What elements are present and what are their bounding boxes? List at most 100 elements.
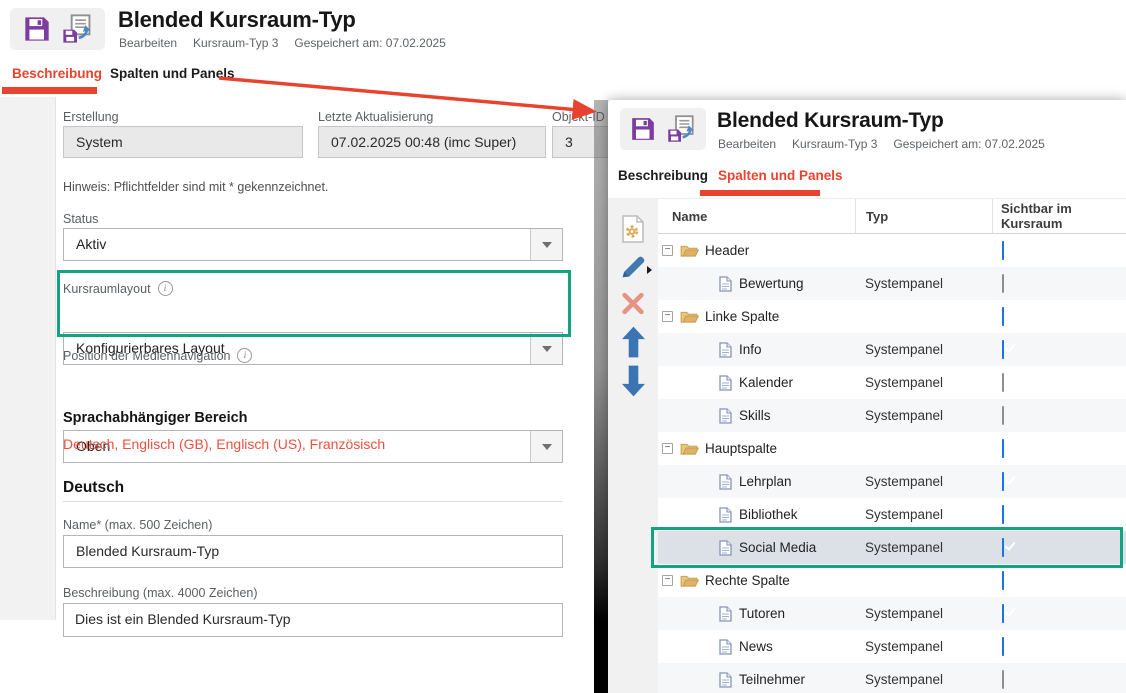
panel-name: Info (739, 342, 762, 357)
document-icon (719, 276, 732, 292)
language-link[interactable]: Französisch (310, 436, 385, 452)
visibility-checkbox[interactable] (1002, 307, 1004, 326)
panels-table: Name Typ Sichtbar im Kursraum − Header Bew… (658, 198, 1126, 693)
panel-name-cell: Kalender (658, 366, 855, 399)
table-row-highlighted[interactable]: Social MediaSystempanel (658, 531, 1126, 564)
panel-name: Header (705, 243, 749, 258)
table-row[interactable]: TeilnehmerSystempanel (658, 663, 1126, 693)
visibility-cell (992, 605, 1126, 623)
save-icon[interactable] (630, 116, 656, 142)
table-row[interactable]: −Hauptspalte (658, 432, 1126, 465)
visibility-checkbox[interactable] (1002, 241, 1004, 260)
table-row[interactable]: − Header (658, 234, 1126, 267)
table-row[interactable]: SkillsSystempanel (658, 399, 1126, 432)
info-icon[interactable]: i (237, 348, 252, 363)
language-link[interactable]: Englisch (GB) (122, 436, 208, 452)
document-icon (719, 342, 732, 358)
status-select[interactable]: Aktiv (63, 228, 563, 261)
table-row[interactable]: KalenderSystempanel (658, 366, 1126, 399)
panel-name: Bibliothek (739, 507, 798, 522)
breadcrumb-object: Kursraum-Typ 3 (792, 137, 877, 151)
breadcrumb: Bearbeiten Kursraum-Typ 3 Gespeichert am… (718, 137, 1045, 151)
table-header-row: Name Typ Sichtbar im Kursraum (658, 198, 1126, 234)
collapse-toggle-icon[interactable]: − (662, 575, 673, 586)
panel-name: News (739, 639, 773, 654)
table-row[interactable]: − Linke Spalte (658, 300, 1126, 333)
letzte-aktualisierung-label: Letzte Aktualisierung (318, 110, 433, 124)
save-and-close-icon[interactable] (61, 13, 93, 45)
table-row[interactable]: − Rechte Spalte (658, 564, 1126, 597)
tab-beschreibung[interactable]: Beschreibung (12, 66, 102, 81)
window-shadow (594, 100, 608, 693)
visibility-checkbox[interactable] (1002, 670, 1004, 689)
save-icon[interactable] (23, 15, 51, 43)
table-row[interactable]: Info Systempanel (658, 333, 1126, 366)
dropdown-arrow-icon[interactable] (530, 431, 562, 462)
visibility-cell (992, 539, 1126, 557)
save-and-close-icon[interactable] (666, 114, 696, 144)
breadcrumb-object: Kursraum-Typ 3 (193, 36, 278, 50)
table-row[interactable]: NewsSystempanel (658, 630, 1126, 663)
breadcrumb: Bearbeiten Kursraum-Typ 3 Gespeichert am… (119, 36, 446, 50)
section-divider (63, 501, 563, 502)
name-input[interactable]: Blended Kursraum-Typ (63, 535, 563, 568)
document-icon (719, 672, 732, 688)
panel-typ: Systempanel (855, 540, 992, 555)
panel-name-cell: Bewertung (658, 267, 855, 300)
dropdown-arrow-icon[interactable] (530, 229, 562, 260)
visibility-checkbox[interactable] (1002, 373, 1004, 392)
panel-name: Kalender (739, 375, 793, 390)
beschreibung-label: Beschreibung (max. 4000 Zeichen) (63, 586, 258, 600)
mediennavigation-label: Position der Mediennavigation i (63, 348, 252, 363)
visibility-checkbox[interactable] (1002, 637, 1004, 656)
panel-name: Tutoren (739, 606, 785, 621)
language-link[interactable]: Deutsch (63, 436, 114, 452)
beschreibung-textarea[interactable]: Dies ist ein Blended Kursraum-Typ (63, 603, 563, 637)
move-up-button[interactable] (608, 326, 658, 358)
panel-name: Linke Spalte (705, 309, 779, 324)
visibility-cell (992, 242, 1126, 260)
edit-menu-caret-icon[interactable] (647, 266, 652, 274)
document-icon (719, 540, 732, 556)
visibility-cell (992, 308, 1126, 326)
active-tab-underline (700, 190, 820, 196)
table-row[interactable]: BibliothekSystempanel (658, 498, 1126, 531)
language-link[interactable]: Englisch (US) (216, 436, 302, 452)
visibility-checkbox[interactable] (1002, 604, 1004, 623)
visibility-checkbox[interactable] (1002, 571, 1004, 590)
visibility-checkbox[interactable] (1002, 340, 1004, 359)
kursraumlayout-label-text: Kursraumlayout (63, 282, 151, 296)
visibility-checkbox[interactable] (1002, 274, 1004, 293)
visibility-checkbox[interactable] (1002, 472, 1004, 491)
folder-icon (680, 244, 699, 258)
table-row[interactable]: LehrplanSystempanel (658, 465, 1126, 498)
visibility-checkbox[interactable] (1002, 538, 1004, 557)
tab-spalten-und-panels[interactable]: Spalten und Panels (110, 66, 235, 81)
visibility-cell (992, 440, 1126, 458)
collapse-toggle-icon[interactable]: − (662, 245, 673, 256)
column-header-name[interactable]: Name (658, 199, 855, 233)
mediennavigation-label-text: Position der Mediennavigation (63, 349, 230, 363)
panel-typ: Systempanel (855, 342, 992, 357)
visibility-checkbox[interactable] (1002, 505, 1004, 524)
document-icon (719, 606, 732, 622)
folder-icon (680, 442, 699, 456)
column-header-sichtbar[interactable]: Sichtbar im Kursraum (992, 199, 1126, 233)
panel-name: Rechte Spalte (705, 573, 790, 588)
tab-spalten-und-panels[interactable]: Spalten und Panels (718, 168, 843, 183)
collapse-toggle-icon[interactable]: − (662, 443, 673, 454)
edit-button[interactable] (608, 253, 658, 281)
visibility-checkbox[interactable] (1002, 439, 1004, 458)
visibility-checkbox[interactable] (1002, 406, 1004, 425)
add-panel-button[interactable] (608, 215, 658, 243)
tab-beschreibung[interactable]: Beschreibung (618, 168, 708, 183)
table-row[interactable]: BewertungSystempanel (658, 267, 1126, 300)
collapse-toggle-icon[interactable]: − (662, 311, 673, 322)
dropdown-arrow-icon[interactable] (530, 333, 562, 364)
delete-button[interactable] (608, 292, 658, 315)
info-icon[interactable]: i (158, 281, 173, 296)
move-down-button[interactable] (608, 365, 658, 397)
folder-icon (680, 574, 699, 588)
column-header-typ[interactable]: Typ (855, 199, 992, 233)
table-row[interactable]: TutorenSystempanel (658, 597, 1126, 630)
